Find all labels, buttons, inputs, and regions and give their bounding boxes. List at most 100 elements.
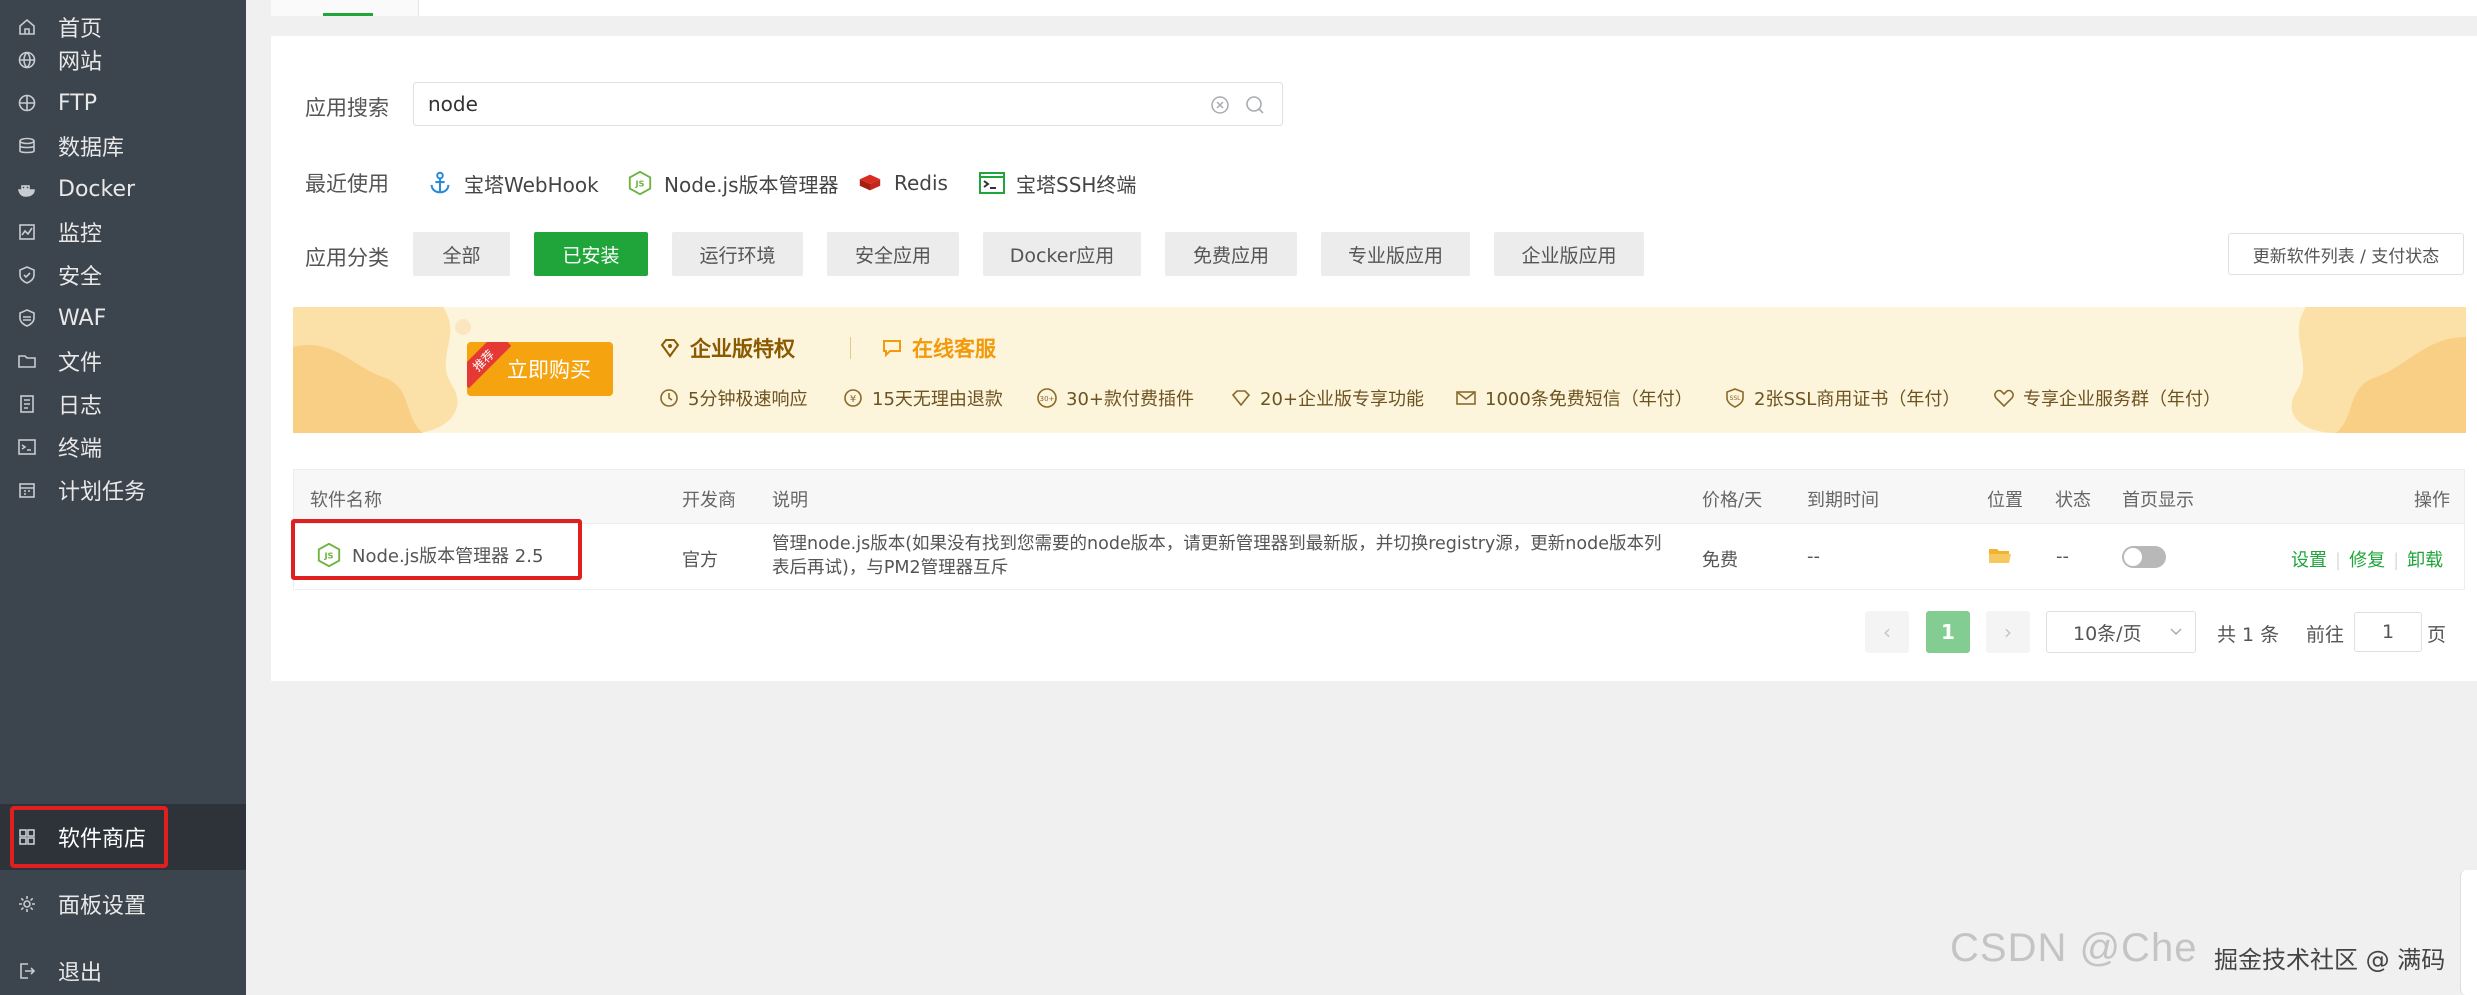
recent-item-label: 宝塔SSH终端 xyxy=(1016,172,1137,197)
column-header-price: 价格/天 xyxy=(1702,490,1763,511)
anchor-icon xyxy=(426,169,454,197)
nodejs-icon: JS xyxy=(317,542,341,568)
page-size-value: 10条/页 xyxy=(2073,622,2142,645)
page-button-current[interactable]: 1 xyxy=(1926,611,1970,653)
page-size-select[interactable]: 10条/页 xyxy=(2046,611,2196,653)
sidebar-item-label: Docker xyxy=(58,176,136,202)
chat-icon xyxy=(883,340,901,358)
sidebar-item-label: FTP xyxy=(58,90,97,116)
update-software-list-button[interactable]: 更新软件列表 / 支付状态 xyxy=(2228,233,2464,275)
toggle-knob xyxy=(2124,548,2142,566)
recent-label: 最近使用 xyxy=(305,172,389,196)
log-icon xyxy=(16,393,38,415)
software-table: 软件名称 开发商 说明 价格/天 到期时间 位置 状态 首页显示 操作 JS N… xyxy=(293,469,2465,590)
recent-item-nodejs[interactable]: JS Node.js版本管理器 xyxy=(626,166,839,200)
sidebar-item-software-store[interactable]: 软件商店 xyxy=(0,804,246,870)
feature-service-group: 专享企业服务群（年付） xyxy=(1993,385,2221,411)
category-docker[interactable]: Docker应用 xyxy=(983,232,1141,276)
page-unit-label: 页 xyxy=(2427,624,2447,646)
diamond-icon xyxy=(1231,390,1251,407)
goto-page-input[interactable] xyxy=(2354,612,2422,652)
table-header: 软件名称 开发商 说明 价格/天 到期时间 位置 状态 首页显示 操作 xyxy=(294,470,2464,524)
recent-item-redis[interactable]: Redis xyxy=(856,166,948,200)
sidebar-item-panel-settings[interactable]: 面板设置 xyxy=(0,871,246,937)
sidebar-item-label: WAF xyxy=(58,305,107,331)
total-count: 共 1 条 xyxy=(2217,624,2280,646)
category-all[interactable]: 全部 xyxy=(413,232,510,276)
svg-text:JS: JS xyxy=(323,551,333,561)
mail-icon xyxy=(1456,391,1476,405)
sidebar-item-label: 退出 xyxy=(58,961,103,986)
column-header-expire: 到期时间 xyxy=(1807,490,1879,511)
column-header-status: 状态 xyxy=(2055,490,2091,511)
action-separator: | xyxy=(2335,550,2342,571)
software-price: 免费 xyxy=(1702,550,1738,571)
online-service-link[interactable]: 在线客服 xyxy=(880,333,996,363)
software-vendor: 官方 xyxy=(682,550,718,571)
software-name: Node.js版本管理器 2.5 xyxy=(352,546,544,567)
enterprise-privilege-title: 企业版特权 xyxy=(658,333,795,363)
svg-text:¥: ¥ xyxy=(850,394,856,405)
software-expire: -- xyxy=(1807,546,1820,567)
plugins-icon: 30+ xyxy=(1037,388,1057,408)
settings-link[interactable]: 设置 xyxy=(2291,550,2327,571)
search-icon[interactable] xyxy=(1244,94,1266,116)
buy-now-button[interactable]: 推荐 立即购买 xyxy=(467,342,613,396)
svg-text:JS: JS xyxy=(634,179,644,189)
sidebar-item-label: 计划任务 xyxy=(58,480,147,505)
goto-label: 前往 xyxy=(2306,624,2345,646)
terminal-icon xyxy=(978,169,1006,197)
sidebar-item-label: 软件商店 xyxy=(58,827,147,852)
tab-underline xyxy=(323,13,373,16)
category-free[interactable]: 免费应用 xyxy=(1165,232,1297,276)
recent-item-webhook[interactable]: 宝塔WebHook xyxy=(426,166,599,200)
watermark: CSDN @Che xyxy=(1950,926,2198,970)
category-security[interactable]: 安全应用 xyxy=(827,232,959,276)
repair-link[interactable]: 修复 xyxy=(2349,550,2385,571)
search-input[interactable] xyxy=(428,83,1188,125)
banner-separator xyxy=(850,337,851,359)
diamond-icon xyxy=(660,339,680,358)
recommend-ribbon: 推荐 xyxy=(467,342,512,389)
sidebar-item-cron[interactable]: 计划任务 xyxy=(0,457,246,523)
table-row: JS Node.js版本管理器 2.5 官方 管理node.js版本(如果没有找… xyxy=(294,524,2464,590)
home-display-toggle[interactable] xyxy=(2122,546,2166,568)
clear-icon[interactable] xyxy=(1210,95,1230,115)
svg-text:SSL: SSL xyxy=(1730,395,1742,402)
sidebar-item-logout[interactable]: 退出 xyxy=(0,938,246,995)
database-icon xyxy=(16,135,38,157)
monitor-icon xyxy=(16,221,38,243)
gear-icon xyxy=(16,893,38,915)
shield-icon xyxy=(16,264,38,286)
column-header-vendor: 开发商 xyxy=(682,490,736,511)
software-description: 管理node.js版本(如果没有找到您需要的node版本，请更新管理器到最新版，… xyxy=(772,534,1662,578)
side-edge-tab[interactable] xyxy=(2460,870,2477,995)
feature-refund: ¥ 15天无理由退款 xyxy=(842,385,1003,411)
row-actions: 设置 | 修复 | 卸载 xyxy=(2291,546,2443,572)
folder-icon[interactable] xyxy=(1988,546,2012,566)
terminal-icon xyxy=(16,436,38,458)
feature-ssl: SSL 2张SSL商用证书（年付） xyxy=(1724,385,1960,411)
next-page-button[interactable]: › xyxy=(1986,611,2030,653)
globe-icon xyxy=(16,49,38,71)
buy-now-label: 立即购买 xyxy=(507,358,591,382)
recent-item-label: Redis xyxy=(894,171,948,195)
software-name-cell[interactable]: JS Node.js版本管理器 2.5 xyxy=(316,542,543,568)
svg-text:30+: 30+ xyxy=(1040,395,1055,403)
logout-icon xyxy=(16,960,38,982)
category-pro[interactable]: 专业版应用 xyxy=(1321,232,1470,276)
refund-icon: ¥ xyxy=(844,389,862,407)
column-header-name: 软件名称 xyxy=(310,490,382,511)
uninstall-link[interactable]: 卸载 xyxy=(2407,550,2443,571)
ssl-icon: SSL xyxy=(1726,388,1744,408)
waf-icon xyxy=(16,307,38,329)
prev-page-button[interactable]: ‹ xyxy=(1865,611,1909,653)
category-installed[interactable]: 已安装 xyxy=(534,232,648,276)
action-separator: | xyxy=(2393,550,2400,571)
search-box xyxy=(413,82,1283,126)
category-runtime[interactable]: 运行环境 xyxy=(672,232,803,276)
recent-item-ssh[interactable]: 宝塔SSH终端 xyxy=(978,166,1136,200)
feature-enterprise-functions: 20+企业版专享功能 xyxy=(1230,385,1424,411)
category-enterprise[interactable]: 企业版应用 xyxy=(1494,232,1644,276)
sidebar: 首页 网站 FTP 数据库 Docker 监控 安全 WAF 文件 日志 终端 xyxy=(0,0,246,995)
